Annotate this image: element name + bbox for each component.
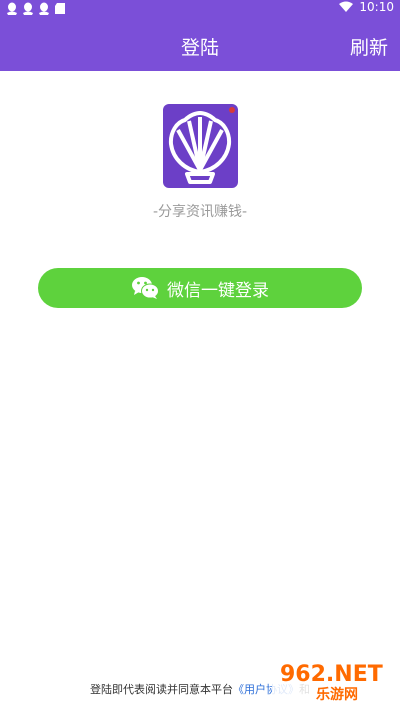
qq-icon xyxy=(23,2,33,15)
watermark-subtitle: 乐游网 xyxy=(316,687,358,703)
slogan: -分享资讯赚钱- xyxy=(152,204,248,220)
wifi-icon xyxy=(339,1,354,12)
notification-icons xyxy=(6,2,66,15)
badge-dot xyxy=(229,107,235,113)
qq-icon xyxy=(39,2,49,15)
watermark: 962.NET 乐游网 xyxy=(272,662,392,704)
wechat-icon xyxy=(132,277,159,299)
shell-logo-icon xyxy=(168,111,232,184)
app-logo xyxy=(163,104,238,188)
wechat-login-label: 微信一键登录 xyxy=(167,280,269,301)
page-title: 登陆 xyxy=(180,37,219,59)
wechat-login-button[interactable]: 微信一键登录 xyxy=(38,268,362,308)
qq-icon xyxy=(7,2,17,15)
sd-card-icon xyxy=(55,3,65,14)
status-right: 10:10 xyxy=(339,0,394,14)
refresh-button[interactable]: 刷新 xyxy=(350,33,388,60)
status-time: 10:10 xyxy=(359,0,394,14)
app-bar: 登陆 刷新 xyxy=(0,18,400,71)
status-bar: 10:10 xyxy=(0,0,400,18)
agreement-prefix: 登陆即代表阅读并同意本平台 xyxy=(90,683,233,696)
